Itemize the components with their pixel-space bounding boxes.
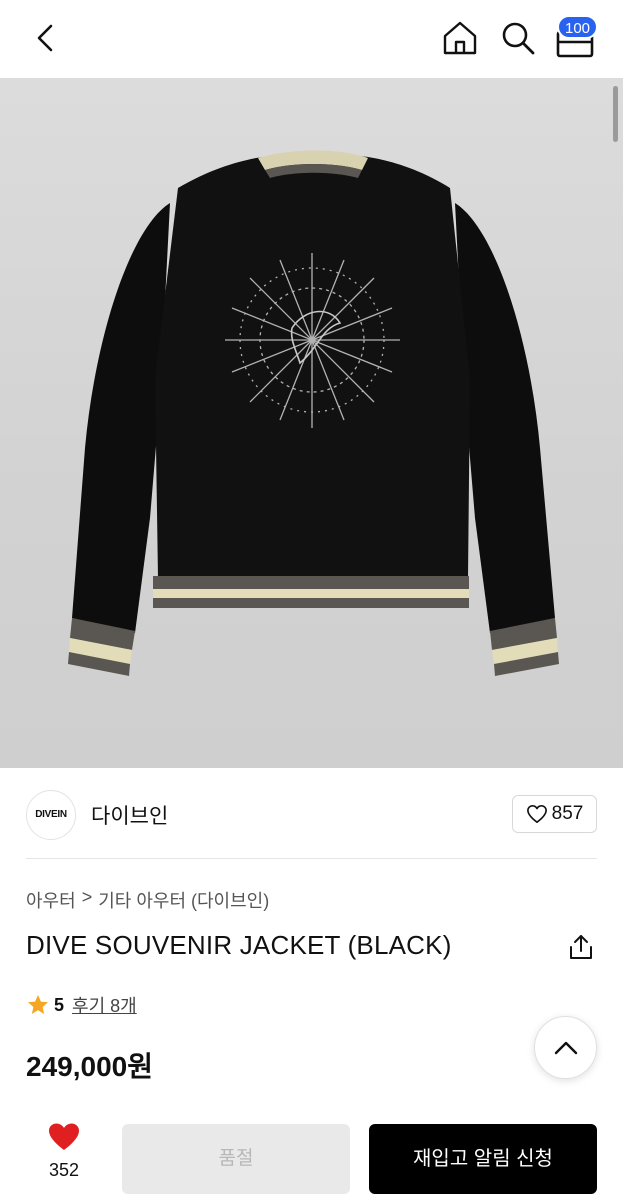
breadcrumb-separator: > [81, 887, 93, 907]
search-icon[interactable] [498, 18, 538, 58]
product-rating: 5 후기 8개 [26, 992, 137, 1018]
product-title: DIVE SOUVENIR JACKET (BLACK) [26, 930, 452, 960]
product-image [68, 150, 559, 676]
heart-filled-icon [49, 1123, 79, 1150]
reviews-link[interactable]: 후기 8개 [72, 992, 137, 1018]
cart-count-badge: 100 [557, 15, 599, 39]
brand-row: DIVEIN 다이브인 857 [0, 768, 623, 858]
product-image-gallery[interactable]: 1 / 4 [0, 78, 623, 768]
breadcrumb: 아우터 > 기타 아우터 (다이브인) [26, 887, 269, 913]
chevron-left-icon[interactable] [26, 18, 66, 58]
soldout-button: 품절 [122, 1124, 350, 1194]
home-icon[interactable] [440, 18, 480, 58]
brand-like-button[interactable]: 857 [512, 795, 597, 833]
scroll-top-button[interactable] [534, 1016, 597, 1079]
wish-button[interactable]: 352 [36, 1122, 92, 1188]
page-scrollbar[interactable] [613, 86, 618, 142]
share-icon[interactable] [566, 932, 596, 962]
heart-outline-icon [526, 805, 547, 823]
brand-name[interactable]: 다이브인 [91, 800, 168, 830]
star-icon [28, 995, 48, 1014]
chevron-up-icon [554, 1041, 577, 1054]
brand-like-count: 857 [551, 803, 584, 824]
rating-score: 5 [54, 994, 65, 1015]
breadcrumb-item-other-outer[interactable]: 기타 아우터 (다이브인) [98, 887, 269, 913]
product-price: 249,000원 [26, 1051, 153, 1082]
brand-logo[interactable]: DIVEIN [26, 790, 76, 840]
wish-count: 352 [48, 1160, 80, 1180]
divider [26, 858, 597, 859]
top-bar: 100 [0, 0, 623, 78]
restock-alert-button[interactable]: 재입고 알림 신청 [369, 1124, 597, 1194]
breadcrumb-item-outer[interactable]: 아우터 [26, 887, 76, 913]
